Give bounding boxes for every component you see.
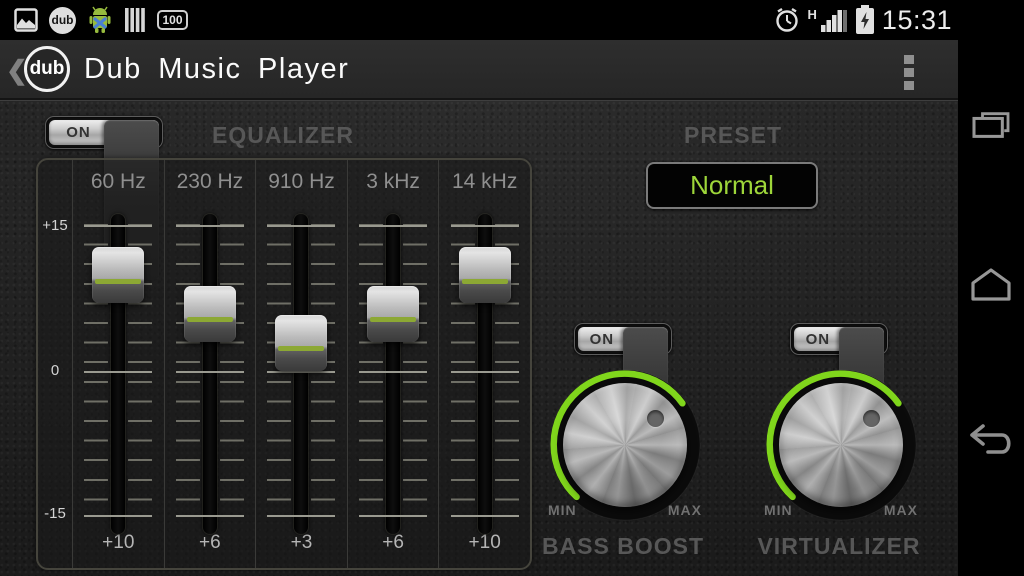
overflow-menu-icon[interactable] bbox=[901, 54, 917, 90]
android-icon bbox=[89, 6, 111, 33]
recents-button[interactable] bbox=[958, 94, 1024, 158]
equalizer-section-label: EQUALIZER bbox=[212, 122, 354, 148]
band-slider[interactable] bbox=[439, 204, 530, 534]
picture-icon bbox=[14, 8, 38, 32]
bass-boost-knob[interactable]: MIN MAX bbox=[545, 365, 705, 525]
back-button[interactable] bbox=[958, 408, 1024, 472]
slider-thumb[interactable] bbox=[367, 286, 420, 342]
signal-strength-icon bbox=[820, 10, 847, 32]
app-bar: ❮ dub Dub Music Player bbox=[0, 40, 958, 100]
scale-mid-label: 0 bbox=[50, 362, 60, 379]
slider-thumb[interactable] bbox=[92, 247, 145, 304]
phone-screen: dub 100 H 15:31 ❮ dub Dub Music Player O… bbox=[0, 0, 1024, 576]
band-slider[interactable] bbox=[256, 204, 347, 534]
equalizer-toggle-label: ON bbox=[66, 124, 91, 141]
min-label: MIN bbox=[764, 502, 793, 518]
virtualizer-knob[interactable]: MIN MAX bbox=[761, 365, 921, 525]
band-freq-label: 60 Hz bbox=[90, 170, 146, 193]
dub-notification-icon: dub bbox=[49, 6, 76, 34]
scale-max-label: +15 bbox=[42, 217, 68, 234]
band-value-label: +6 bbox=[382, 532, 404, 553]
status-bar: dub 100 H 15:31 bbox=[0, 0, 1024, 40]
band-slider[interactable] bbox=[73, 204, 164, 534]
eq-band-14khz: 14 kHz +10 bbox=[438, 160, 530, 568]
bass-boost-label: BASS BOOST bbox=[541, 533, 705, 559]
eq-band-3khz: 3 kHz +6 bbox=[346, 160, 439, 568]
equalizer-scale: +15 0 -15 bbox=[38, 160, 72, 568]
knob-face bbox=[563, 383, 687, 507]
app-title: Dub Music Player bbox=[84, 53, 350, 85]
knob-indicator-dot bbox=[863, 410, 880, 427]
equalizer-toggle[interactable]: ON bbox=[45, 116, 163, 280]
battery-level-badge: 100 bbox=[157, 10, 188, 30]
max-label: MAX bbox=[667, 502, 702, 518]
slider-thumb[interactable] bbox=[275, 315, 328, 371]
status-bar-indicators: H 15:31 bbox=[773, 0, 952, 40]
equalizer-bars-icon bbox=[125, 8, 145, 32]
virtualizer-toggle[interactable]: ON bbox=[790, 323, 888, 487]
network-type-label: H bbox=[807, 7, 817, 22]
navigation-bar bbox=[958, 0, 1024, 576]
clock-time: 15:31 bbox=[881, 4, 952, 35]
slider-track bbox=[386, 214, 401, 534]
eq-band-60hz: 60 Hz +10 bbox=[72, 160, 164, 568]
back-icon bbox=[970, 424, 1011, 454]
virtualizer-toggle-label: ON bbox=[805, 330, 831, 348]
virtualizer-label: VIRTUALIZER bbox=[757, 533, 921, 559]
band-freq-label: 14 kHz bbox=[451, 170, 518, 193]
knob-indicator-dot bbox=[647, 410, 664, 427]
band-value-label: +3 bbox=[290, 532, 313, 553]
home-button[interactable] bbox=[958, 252, 1024, 316]
alarm-icon bbox=[775, 7, 798, 32]
band-slider[interactable] bbox=[348, 204, 439, 534]
slider-thumb[interactable] bbox=[183, 286, 236, 342]
status-bar-notifications: dub 100 bbox=[14, 0, 188, 40]
equalizer-panel: +15 0 -15 60 Hz +10 230 Hz +6 910 Hz +3 … bbox=[36, 158, 532, 570]
band-freq-label: 910 Hz bbox=[268, 170, 335, 193]
app-logo[interactable]: dub bbox=[24, 46, 70, 92]
preset-section-label: PRESET bbox=[683, 122, 783, 148]
bass-boost-toggle[interactable]: ON bbox=[574, 323, 672, 487]
band-value-label: +6 bbox=[199, 532, 221, 553]
bass-boost-toggle-label: ON bbox=[589, 330, 615, 348]
max-label: MAX bbox=[883, 502, 918, 518]
eq-band-910hz: 910 Hz +3 bbox=[255, 160, 347, 568]
band-freq-label: 3 kHz bbox=[366, 170, 420, 193]
recents-icon bbox=[972, 112, 1010, 138]
scale-min-label: -15 bbox=[44, 505, 66, 522]
eq-band-230hz: 230 Hz +6 bbox=[163, 160, 256, 568]
band-value-label: +10 bbox=[102, 532, 135, 553]
knob-face bbox=[779, 383, 903, 507]
battery-charging-icon bbox=[855, 5, 874, 34]
band-freq-label: 230 Hz bbox=[176, 170, 244, 193]
band-slider[interactable] bbox=[165, 204, 256, 534]
slider-track bbox=[202, 214, 217, 534]
slider-track bbox=[294, 214, 309, 534]
preset-selector[interactable]: Normal bbox=[646, 162, 818, 209]
home-icon bbox=[971, 268, 1011, 301]
min-label: MIN bbox=[548, 502, 577, 518]
slider-thumb[interactable] bbox=[458, 247, 511, 304]
